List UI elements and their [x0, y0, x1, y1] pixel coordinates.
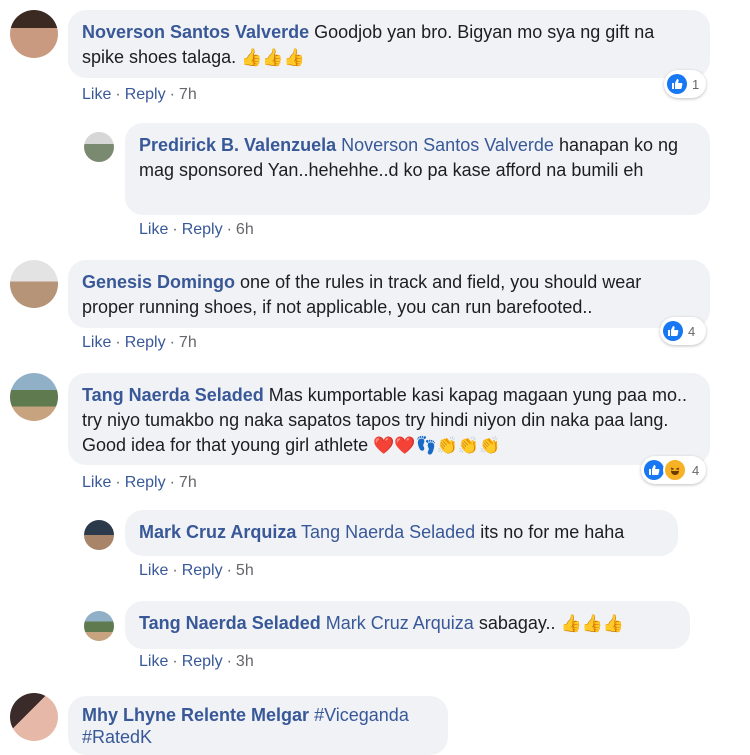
- comment-mention[interactable]: Noverson Santos Valverde: [341, 135, 554, 155]
- like-link[interactable]: Like: [139, 562, 168, 579]
- comment-actions: Like · Reply · 5h: [139, 562, 254, 579]
- comment-actions: Like · Reply · 7h: [82, 334, 197, 351]
- heart-clap-emoji: ❤️❤️👣👏👏👏: [373, 436, 501, 455]
- reaction-summary[interactable]: 4: [660, 317, 706, 345]
- comment-actions: Like · Reply · 7h: [82, 474, 197, 491]
- laughing-face-icon: [663, 458, 687, 482]
- thumbs-up-emoji: 👍👍👍: [560, 614, 625, 633]
- comment-actions: Like · Reply · 6h: [139, 221, 254, 238]
- comment-bubble: Mhy Lhyne Relente Melgar #Viceganda #Rat…: [68, 696, 448, 755]
- comment-text: its no for me haha: [480, 522, 625, 542]
- comment-time[interactable]: 7h: [179, 86, 197, 103]
- comment-author[interactable]: Noverson Santos Valverde: [82, 22, 309, 42]
- thumbs-up-icon: [667, 74, 687, 94]
- reaction-count: 4: [688, 323, 696, 339]
- comment-author[interactable]: Predirick B. Valenzuela: [139, 135, 336, 155]
- reaction-summary[interactable]: 1: [664, 70, 706, 98]
- like-link[interactable]: Like: [82, 474, 111, 491]
- reply-link[interactable]: Reply: [182, 653, 223, 670]
- comment-mention[interactable]: Mark Cruz Arquiza: [326, 613, 474, 633]
- comment-bubble: Tang Naerda Seladed Mas kumportable kasi…: [68, 373, 710, 465]
- comment-time[interactable]: 7h: [179, 474, 197, 491]
- avatar[interactable]: [84, 520, 114, 550]
- comment-time[interactable]: 6h: [236, 221, 254, 238]
- comment-bubble: Noverson Santos Valverde Goodjob yan bro…: [68, 10, 710, 78]
- comment-bubble: Tang Naerda Seladed Mark Cruz Arquiza sa…: [125, 601, 690, 649]
- comment-time[interactable]: 5h: [236, 562, 254, 579]
- comment-time[interactable]: 3h: [236, 653, 254, 670]
- comment-author[interactable]: Mark Cruz Arquiza: [139, 522, 296, 542]
- avatar[interactable]: [10, 693, 58, 741]
- avatar[interactable]: [84, 611, 114, 641]
- comment-author[interactable]: Tang Naerda Seladed: [139, 613, 321, 633]
- comment-time[interactable]: 7h: [179, 334, 197, 351]
- avatar[interactable]: [84, 132, 114, 162]
- comment-actions: Like · Reply · 7h: [82, 86, 197, 103]
- like-link[interactable]: Like: [139, 653, 168, 670]
- comment-text: sabagay..: [478, 613, 556, 633]
- thumbs-up-emoji: 👍👍👍: [241, 48, 305, 67]
- comment-actions: Like · Reply · 3h: [139, 653, 254, 670]
- comment-author[interactable]: Genesis Domingo: [82, 272, 235, 292]
- thumbs-up-icon: [644, 460, 664, 480]
- like-link[interactable]: Like: [82, 86, 111, 103]
- comment-bubble: Predirick B. Valenzuela Noverson Santos …: [125, 123, 710, 215]
- comment-author[interactable]: Mhy Lhyne Relente Melgar: [82, 705, 309, 725]
- reaction-summary[interactable]: 4: [641, 456, 706, 484]
- like-link[interactable]: Like: [139, 221, 168, 238]
- comment-bubble: Genesis Domingo one of the rules in trac…: [68, 260, 710, 328]
- thumbs-up-icon: [663, 321, 683, 341]
- reply-link[interactable]: Reply: [125, 334, 166, 351]
- reply-link[interactable]: Reply: [182, 562, 223, 579]
- like-link[interactable]: Like: [82, 334, 111, 351]
- reply-link[interactable]: Reply: [125, 474, 166, 491]
- reply-link[interactable]: Reply: [182, 221, 223, 238]
- reply-link[interactable]: Reply: [125, 86, 166, 103]
- avatar[interactable]: [10, 373, 58, 421]
- avatar[interactable]: [10, 260, 58, 308]
- reaction-count: 1: [692, 76, 700, 92]
- reaction-count: 4: [692, 462, 700, 478]
- comment-bubble: Mark Cruz Arquiza Tang Naerda Seladed it…: [125, 510, 678, 556]
- avatar[interactable]: [10, 10, 58, 58]
- comment-author[interactable]: Tang Naerda Seladed: [82, 385, 264, 405]
- comment-mention[interactable]: Tang Naerda Seladed: [301, 522, 475, 542]
